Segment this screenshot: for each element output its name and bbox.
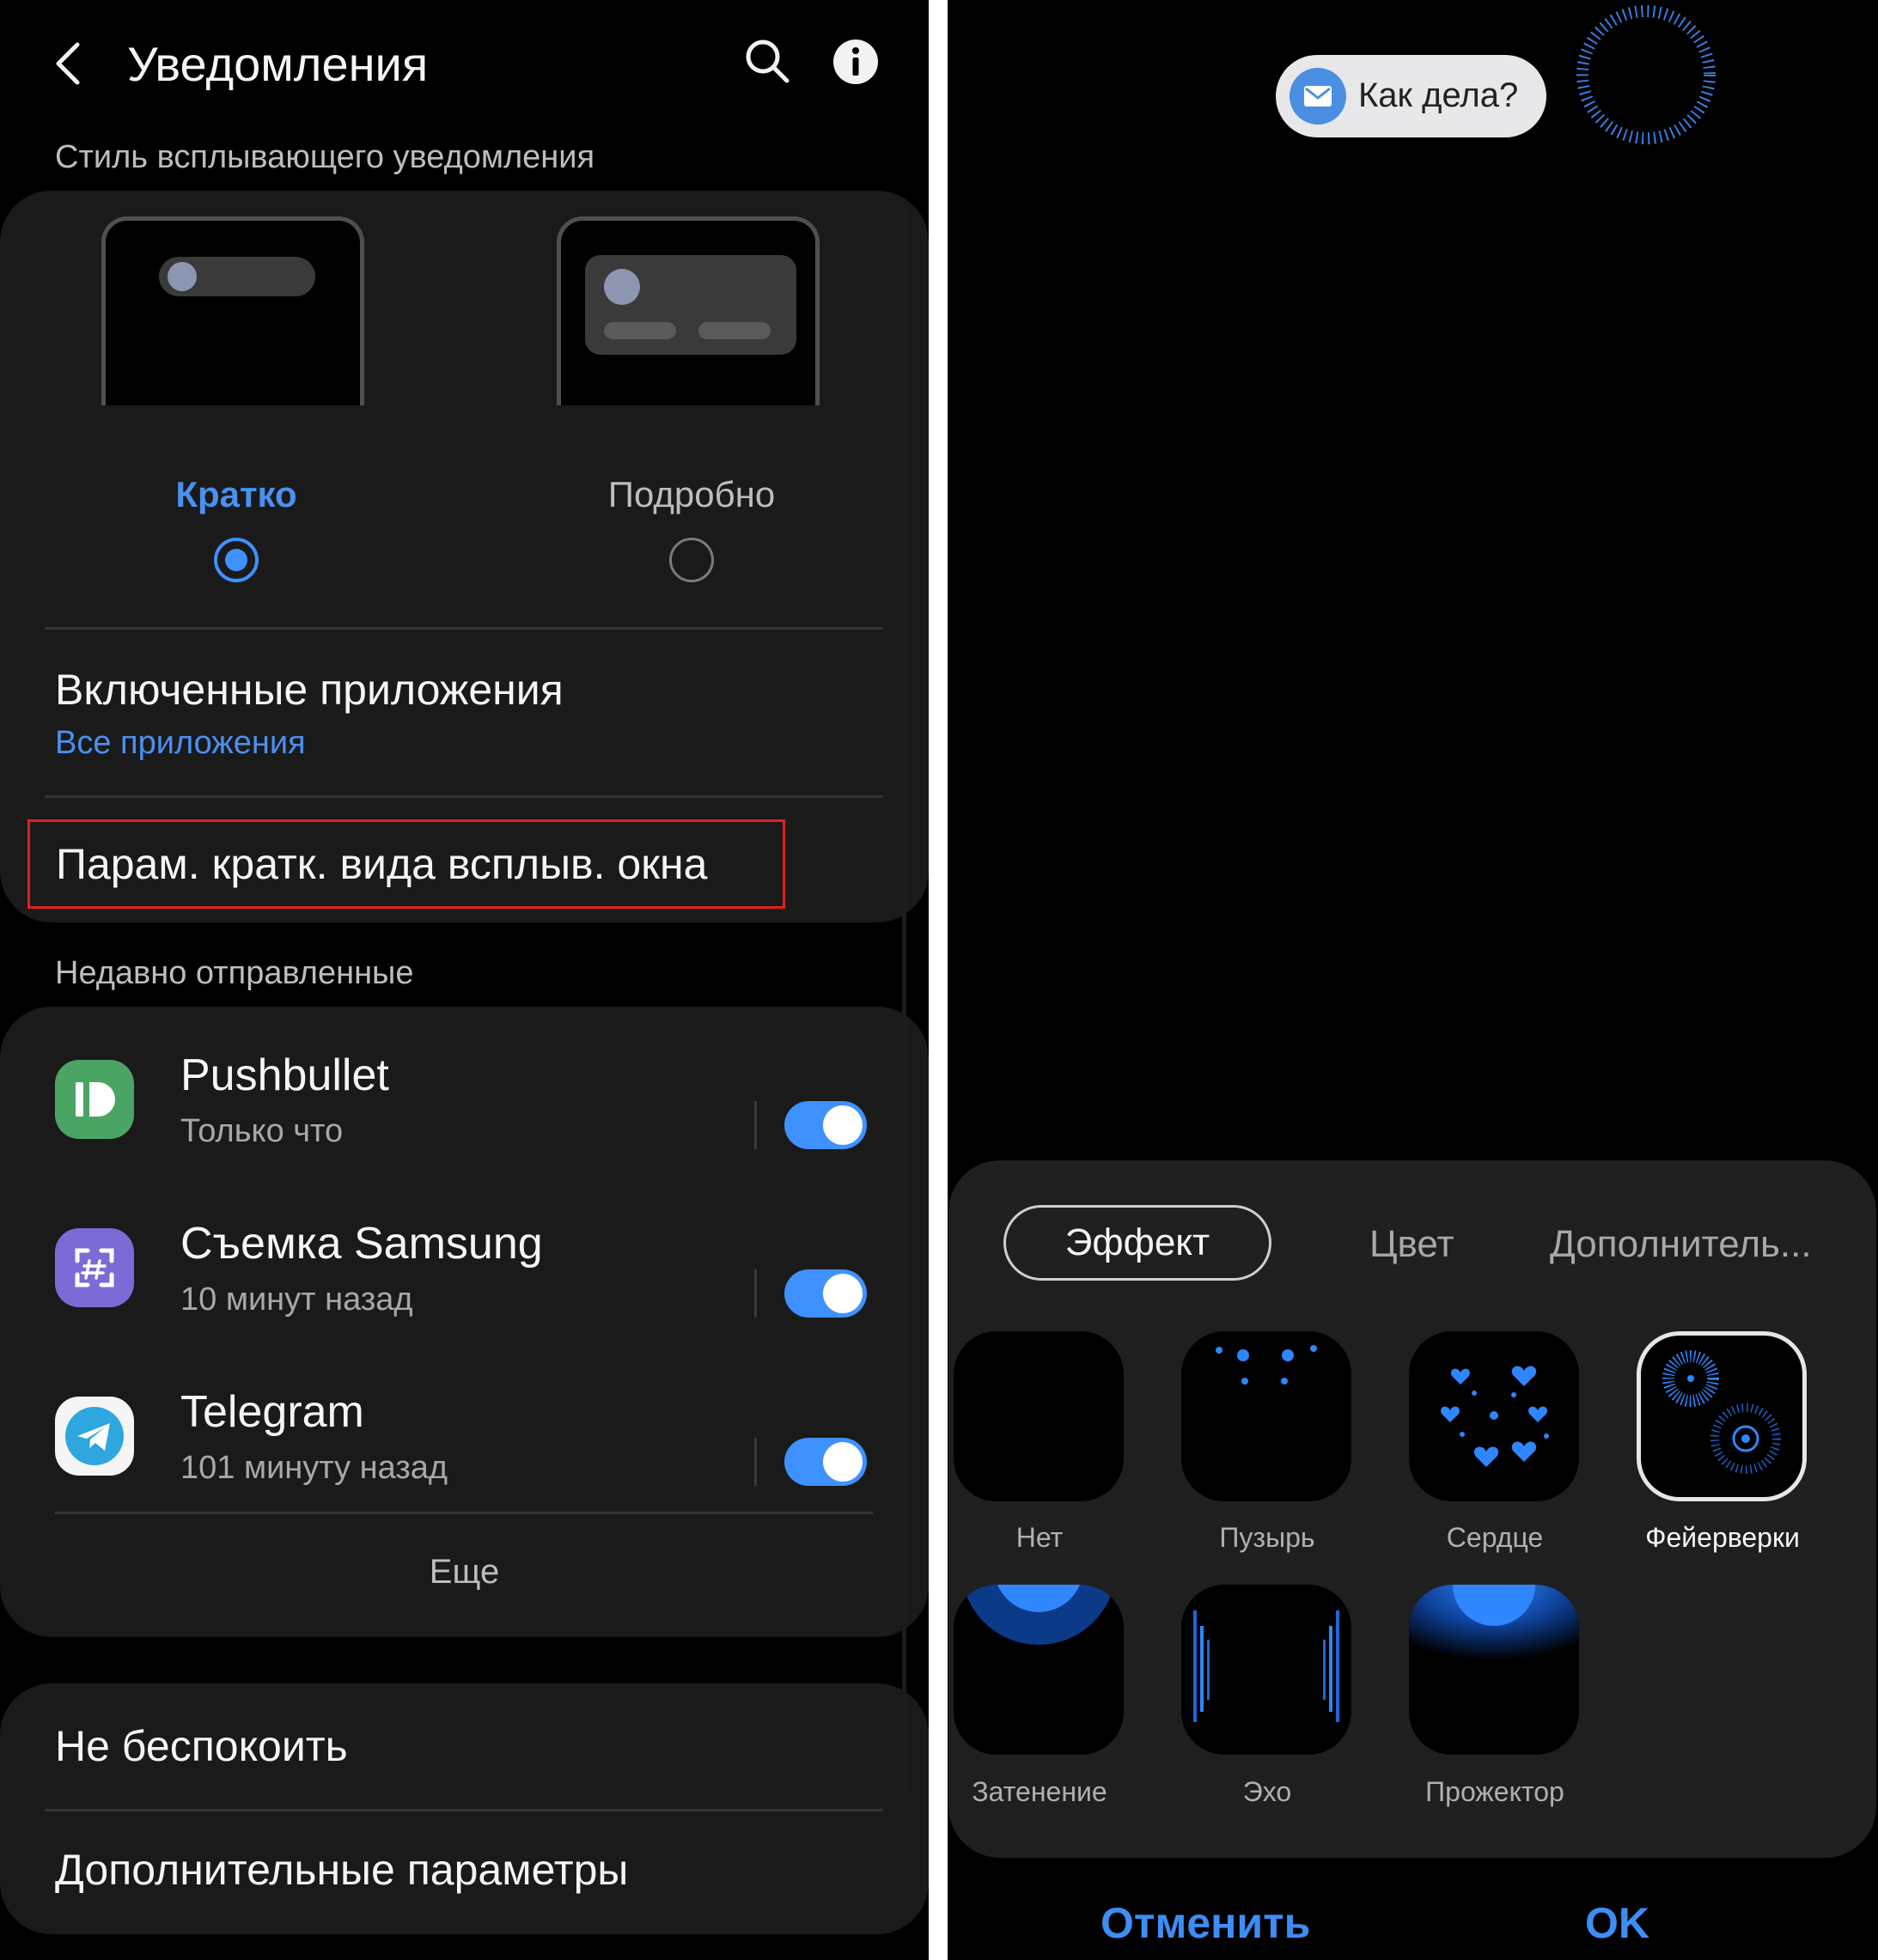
notifications-settings-screen: Уведомления Стиль всплывающего уведомлен…: [0, 0, 929, 1960]
effect-label-selected: Фейерверки: [1645, 1522, 1800, 1553]
app-time: 10 минут назад: [180, 1281, 413, 1318]
popup-style-detailed-label: Подробно: [607, 474, 776, 514]
samsung-capture-app-icon: [55, 1228, 134, 1307]
notification-preview-pill: Как дела?: [1276, 55, 1546, 137]
divider: [754, 1438, 757, 1486]
cancel-button[interactable]: Отменить: [1101, 1898, 1310, 1948]
telegram-app-icon: [55, 1397, 134, 1476]
divider: [45, 795, 883, 798]
pushbullet-toggle[interactable]: [784, 1101, 867, 1149]
advanced-settings-title: Дополнительные параметры: [55, 1846, 629, 1894]
divider: [55, 1512, 873, 1514]
list-item[interactable]: Pushbullet Только что: [0, 1041, 929, 1196]
advanced-settings-row[interactable]: Дополнительные параметры: [0, 1811, 929, 1934]
detailed-preview-illustration: [557, 216, 820, 405]
app-name: Telegram: [180, 1387, 364, 1437]
enabled-apps-title: Включенные приложения: [55, 666, 564, 714]
tab-more[interactable]: Дополнитель...: [1550, 1223, 1812, 1266]
search-button[interactable]: [742, 36, 792, 86]
other-settings-card: Не беспокоить Дополнительные параметры: [0, 1683, 929, 1934]
edge-lighting-style-screen: Как дела? Эффект Цвет Дополнитель... Нет…: [948, 0, 1878, 1960]
section-label-popup-style: Стиль всплывающего уведомления: [55, 139, 595, 175]
brief-preview-illustration: [101, 216, 364, 405]
info-icon: [833, 40, 878, 84]
tab-color[interactable]: Цвет: [1369, 1223, 1454, 1266]
popup-style-card: Кратко Подробно Включенные приложения Вс…: [0, 191, 929, 922]
section-label-recent: Недавно отправленные: [55, 955, 414, 991]
enabled-apps-row[interactable]: Включенные приложения Все приложения: [0, 630, 929, 794]
popup-style-detailed-option[interactable]: Подробно: [507, 216, 876, 577]
app-name: Съемка Samsung: [180, 1219, 543, 1269]
effect-label: Нет: [1015, 1522, 1064, 1553]
effect-label: Сердце: [1446, 1522, 1544, 1553]
brief-popup-settings-title: Парам. кратк. вида всплыв. окна: [56, 840, 708, 888]
mail-icon: [1290, 68, 1346, 125]
popup-style-brief-option[interactable]: Кратко: [52, 216, 421, 577]
telegram-toggle[interactable]: [784, 1438, 867, 1486]
list-item[interactable]: Telegram 101 минуту назад: [0, 1378, 929, 1532]
pushbullet-app-icon: [55, 1060, 134, 1139]
divider: [45, 627, 883, 630]
app-time: 101 минуту назад: [180, 1450, 448, 1486]
effect-picker-sheet: Эффект Цвет Дополнитель... Нет Пузырь Се…: [948, 1160, 1876, 1858]
scrollbar[interactable]: [902, 206, 906, 1795]
page-title: Уведомления: [127, 37, 429, 91]
app-time: Только что: [180, 1113, 344, 1149]
effect-heart-tile[interactable]: [1409, 1331, 1579, 1501]
effect-label: Затенение: [972, 1776, 1107, 1807]
divider: [754, 1269, 757, 1318]
effect-spotlight-tile[interactable]: [1409, 1585, 1579, 1755]
do-not-disturb-title: Не беспокоить: [55, 1722, 348, 1770]
effect-bubble-tile[interactable]: [1181, 1331, 1351, 1501]
enabled-apps-value: Все приложения: [55, 725, 306, 761]
more-button[interactable]: Еще: [0, 1553, 929, 1592]
ok-button[interactable]: OK: [1585, 1898, 1649, 1948]
info-button[interactable]: [832, 38, 880, 86]
popup-style-brief-label: Кратко: [175, 474, 297, 514]
fireworks-ring-animation: [1576, 5, 1716, 144]
recent-apps-card: Pushbullet Только что Съемка Samsung 10 …: [0, 1007, 929, 1637]
effect-none-tile[interactable]: [954, 1331, 1124, 1501]
list-item[interactable]: Съемка Samsung 10 минут назад: [0, 1209, 929, 1364]
tab-effect[interactable]: Эффект: [1003, 1205, 1271, 1281]
chevron-left-icon: [56, 42, 80, 85]
effect-label: Эхо: [1242, 1776, 1292, 1807]
brief-popup-settings-row[interactable]: Парам. кратк. вида всплыв. окна: [27, 819, 785, 909]
do-not-disturb-row[interactable]: Не беспокоить: [0, 1683, 929, 1807]
samsung-capture-toggle[interactable]: [784, 1269, 867, 1318]
radio-detailed[interactable]: [669, 538, 714, 582]
effect-label: Прожектор: [1425, 1776, 1564, 1807]
back-button[interactable]: [48, 38, 91, 89]
effect-echo-tile[interactable]: [1181, 1585, 1351, 1755]
search-icon: [746, 40, 790, 83]
effect-fireworks-tile-selected[interactable]: [1637, 1331, 1807, 1501]
app-name: Pushbullet: [180, 1050, 389, 1100]
radio-brief-selected[interactable]: [214, 538, 259, 582]
divider: [754, 1101, 757, 1149]
effect-label: Пузырь: [1219, 1522, 1315, 1553]
effect-shading-tile[interactable]: [954, 1585, 1124, 1755]
notification-preview-text: Как дела?: [1358, 76, 1519, 114]
